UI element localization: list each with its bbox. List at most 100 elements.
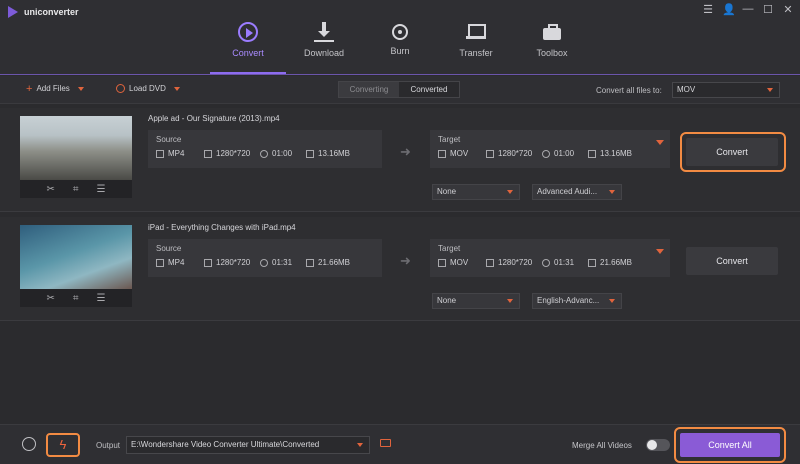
source-duration: 01:00 [272, 149, 293, 158]
burn-icon [392, 24, 408, 40]
target-format: MOV [450, 149, 469, 158]
video-thumbnail[interactable] [20, 225, 132, 289]
source-duration: 01:31 [272, 258, 293, 267]
chevron-down-icon[interactable] [173, 86, 180, 91]
main-nav: Convert Download Burn Transfer Toolbox [210, 20, 590, 74]
thumbnail-tools: ✂ ⌗ ☰ [20, 180, 132, 198]
arrow-right-icon: ➜ [400, 253, 411, 268]
window-controls: ☰ 👤 — ☐ ✕ [702, 3, 794, 16]
resolution-icon [204, 149, 212, 158]
effects-icon[interactable]: ☰ [97, 293, 106, 304]
folder-icon [306, 149, 314, 158]
output-path-select[interactable]: E:\Wondershare Video Converter Ultimate\… [126, 436, 370, 454]
target-size: 21.66MB [600, 258, 633, 267]
source-size: 13.16MB [318, 149, 351, 158]
chevron-down-icon [507, 190, 513, 194]
target-panel[interactable]: Target MOV 1280*720 01:31 21.66MB [430, 239, 670, 277]
audio-select[interactable]: Advanced Audi... [532, 184, 622, 200]
clock-icon [542, 149, 550, 158]
merge-toggle[interactable] [646, 439, 670, 451]
source-format: MP4 [168, 149, 185, 158]
trim-icon[interactable]: ✂ [47, 184, 55, 195]
open-folder-icon[interactable] [380, 439, 391, 447]
subtitle-select[interactable]: None [432, 184, 520, 200]
folder-icon [306, 258, 314, 267]
effects-icon[interactable]: ☰ [97, 184, 106, 195]
file-row: ✂ ⌗ ☰ iPad - Everything Changes with iPa… [0, 217, 800, 321]
tab-transfer[interactable]: Transfer [438, 20, 514, 74]
tab-converting[interactable]: Converting [339, 82, 399, 97]
crop-icon[interactable]: ⌗ [73, 184, 79, 195]
tab-burn[interactable]: Burn [362, 20, 438, 74]
tab-label: Convert [232, 48, 264, 58]
file-name: Apple ad - Our Signature (2013).mp4 [148, 114, 280, 123]
crop-icon[interactable]: ⌗ [73, 293, 79, 304]
load-dvd-button[interactable]: Load DVD [116, 84, 180, 93]
tab-convert[interactable]: Convert [210, 20, 286, 74]
resolution-icon [486, 149, 494, 158]
dvd-icon [116, 84, 125, 93]
file-name: iPad - Everything Changes with iPad.mp4 [148, 223, 296, 232]
chevron-down-icon [767, 88, 773, 92]
clock-icon [542, 258, 550, 267]
file-row: ✂ ⌗ ☰ Apple ad - Our Signature (2013).mp… [0, 108, 800, 212]
target-resolution: 1280*720 [498, 258, 533, 267]
chevron-down-icon[interactable] [77, 86, 84, 91]
target-dropdown-icon[interactable] [656, 140, 664, 145]
high-speed-toggle[interactable]: ϟ [46, 433, 80, 457]
tab-label: Download [303, 48, 345, 58]
status-tabs: Converting Converted [338, 81, 460, 98]
convert-button[interactable]: Convert [686, 138, 778, 166]
subtitle-value: None [437, 187, 457, 196]
app-title: uniconverter [24, 7, 79, 17]
clock-icon [260, 149, 268, 158]
video-thumbnail[interactable] [20, 116, 132, 180]
output-path-value: E:\Wondershare Video Converter Ultimate\… [131, 440, 320, 449]
clock-icon [260, 258, 268, 267]
tab-toolbox[interactable]: Toolbox [514, 20, 590, 74]
source-resolution: 1280*720 [216, 258, 251, 267]
output-format-select[interactable]: MOV [672, 82, 780, 98]
tab-download[interactable]: Download [286, 20, 362, 74]
tab-converted[interactable]: Converted [399, 82, 459, 97]
target-panel[interactable]: Target MOV 1280*720 01:00 13.16MB [430, 130, 670, 168]
chevron-down-icon [357, 443, 363, 447]
bottom-bar: ϟ Output E:\Wondershare Video Converter … [0, 424, 800, 464]
alarm-clock-icon[interactable] [22, 437, 36, 451]
convert-all-button[interactable]: Convert All [680, 433, 780, 457]
convert-button[interactable]: Convert [686, 247, 778, 275]
convert-icon [238, 22, 258, 42]
trim-icon[interactable]: ✂ [47, 293, 55, 304]
target-size: 13.16MB [600, 149, 633, 158]
close-icon[interactable]: ✕ [782, 3, 794, 16]
target-resolution: 1280*720 [498, 149, 533, 158]
app-logo: uniconverter [8, 6, 79, 18]
merge-label: Merge All Videos [572, 441, 632, 450]
convert-all-to-label: Convert all files to: [596, 86, 662, 95]
audio-select[interactable]: English-Advanc... [532, 293, 622, 309]
maximize-icon[interactable]: ☐ [762, 3, 774, 16]
source-title: Source [156, 244, 182, 253]
source-size: 21.66MB [318, 258, 351, 267]
tab-label: Transfer [459, 48, 493, 58]
nav-divider [0, 74, 800, 75]
source-format: MP4 [168, 258, 185, 267]
minimize-icon[interactable]: — [742, 3, 754, 16]
arrow-right-icon: ➜ [400, 144, 411, 159]
add-files-button[interactable]: + Add Files [26, 83, 84, 94]
transfer-icon [466, 22, 486, 42]
subtitle-select[interactable]: None [432, 293, 520, 309]
target-format: MOV [450, 258, 469, 267]
title-bar: uniconverter ☰ 👤 — ☐ ✕ Convert Download … [0, 0, 800, 74]
target-duration: 01:00 [554, 149, 575, 158]
target-duration: 01:31 [554, 258, 575, 267]
audio-value: Advanced Audi... [537, 187, 598, 196]
target-dropdown-icon[interactable] [656, 249, 664, 254]
chevron-down-icon [609, 190, 615, 194]
menu-icon[interactable]: ☰ [702, 3, 714, 16]
target-title: Target [438, 135, 461, 144]
resolution-icon [486, 258, 494, 267]
source-panel: Source MP4 1280*720 01:31 21.66MB [148, 239, 382, 277]
format-icon [438, 258, 446, 267]
account-icon[interactable]: 👤 [722, 3, 736, 16]
